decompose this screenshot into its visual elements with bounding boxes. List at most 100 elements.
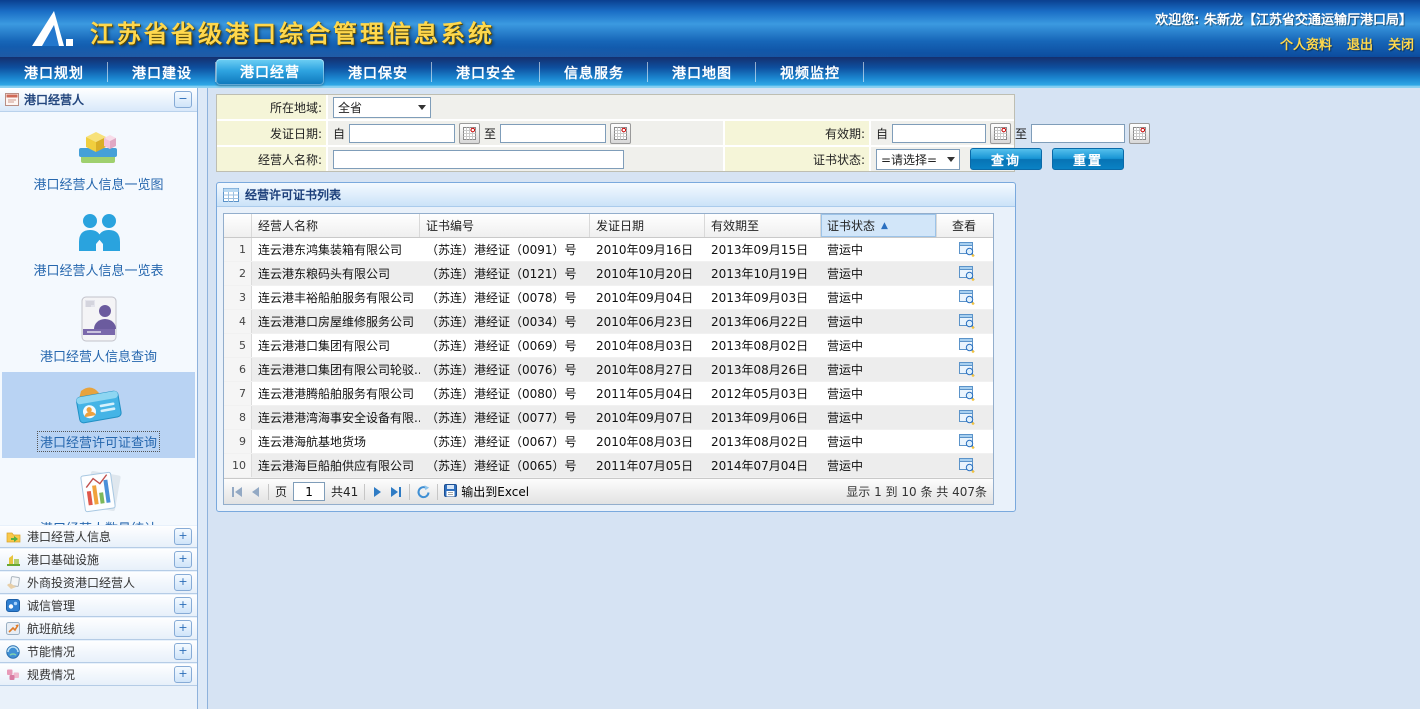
header-link[interactable]: 关闭 xyxy=(1388,34,1414,53)
column-header-cert-no[interactable]: 证书编号 xyxy=(420,214,590,237)
calendar-icon[interactable] xyxy=(610,123,631,144)
cert-status-select[interactable]: =请选择= xyxy=(876,149,960,170)
first-page-button[interactable] xyxy=(230,486,244,498)
reset-button[interactable]: 重置 xyxy=(1052,148,1124,170)
column-header-issue-date[interactable]: 发证日期 xyxy=(590,214,705,237)
nav-tab[interactable]: 港口地图 xyxy=(648,57,756,88)
table-row[interactable]: 10 连云港海巨船舶供应有限公司 （苏连）港经证（0065）号 2011年07月… xyxy=(224,454,993,478)
sidebar-accordion[interactable]: 航班航线 + xyxy=(0,617,197,640)
view-button[interactable] xyxy=(937,430,991,453)
pager-divider xyxy=(268,484,269,500)
cert-status-cell: 营运中 xyxy=(821,286,937,309)
view-button[interactable] xyxy=(937,334,991,357)
nav-tab[interactable]: 港口保安 xyxy=(324,57,432,88)
sidebar-accordion[interactable]: 港口基础设施 + xyxy=(0,548,197,571)
view-button[interactable] xyxy=(937,382,991,405)
expand-button[interactable]: + xyxy=(174,620,192,637)
issue-date-from-input[interactable] xyxy=(349,124,455,143)
table-row[interactable]: 9 连云港海航基地货场 （苏连）港经证（0067）号 2010年08月03日 2… xyxy=(224,430,993,454)
column-header-status[interactable]: 证书状态 ▲ xyxy=(821,214,937,237)
table-row[interactable]: 3 连云港丰裕船舶服务有限公司 （苏连）港经证（0078）号 2010年09月0… xyxy=(224,286,993,310)
validity-from-input[interactable] xyxy=(892,124,986,143)
sidebar-accordion[interactable]: 规费情况 + xyxy=(0,663,197,686)
issue-date-to-input[interactable] xyxy=(500,124,606,143)
sidebar-item-label: 港口经营人信息一览图 xyxy=(31,174,165,193)
cert-status-cell: 营运中 xyxy=(821,334,937,357)
table-row[interactable]: 8 连云港港湾海事安全设备有限... （苏连）港经证（0077）号 2010年0… xyxy=(224,406,993,430)
prev-page-button[interactable] xyxy=(250,486,262,498)
sidebar-accordion[interactable]: 节能情况 + xyxy=(0,640,197,663)
calendar-icon[interactable] xyxy=(1129,123,1150,144)
form-row-dates: 发证日期: 自 至 有效期: 自 至 xyxy=(217,121,1014,147)
nav-tab-label: 信息服务 xyxy=(564,63,624,83)
refresh-button[interactable] xyxy=(416,485,431,499)
header-link[interactable]: 个人资料 xyxy=(1280,34,1332,53)
expand-button[interactable]: + xyxy=(174,551,192,568)
query-button[interactable]: 查询 xyxy=(970,148,1042,170)
table-row[interactable]: 4 连云港港口房屋维修服务公司 （苏连）港经证（0034）号 2010年06月2… xyxy=(224,310,993,334)
view-button[interactable] xyxy=(937,454,991,477)
collapse-button[interactable]: − xyxy=(174,91,192,108)
table-row[interactable]: 6 连云港港口集团有限公司轮驳... （苏连）港经证（0076）号 2010年0… xyxy=(224,358,993,382)
view-button[interactable] xyxy=(937,310,991,333)
region-select[interactable]: 全省 xyxy=(333,97,431,118)
cert-status-cell: 营运中 xyxy=(821,238,937,261)
operator-name-input[interactable] xyxy=(333,150,624,169)
main-nav: 港口规划 港口建设 港口经营 港口保安 港口安全 信息服务 港口地图 视频监控 xyxy=(0,57,1420,88)
view-button[interactable] xyxy=(937,238,991,261)
column-header-name[interactable]: 经营人名称 xyxy=(252,214,420,237)
form-row-name-status: 经营人名称: 证书状态: =请选择= 查询 重置 xyxy=(217,147,1014,171)
table-row[interactable]: 5 连云港港口集团有限公司 （苏连）港经证（0069）号 2010年08月03日… xyxy=(224,334,993,358)
sidebar-item-label: 港口经营许可证查询 xyxy=(38,432,159,451)
view-button[interactable] xyxy=(937,358,991,381)
calendar-icon[interactable] xyxy=(459,123,480,144)
expand-button[interactable]: + xyxy=(174,597,192,614)
sidebar-accordion[interactable]: 外商投资港口经营人 + xyxy=(0,571,197,594)
cert-no-cell: （苏连）港经证（0078）号 xyxy=(420,286,590,309)
view-button[interactable] xyxy=(937,286,991,309)
validity-from-label: 自 xyxy=(876,125,888,142)
grid-rows: 1 连云港东鸿集装箱有限公司 （苏连）港经证（0091）号 2010年09月16… xyxy=(224,238,993,478)
nav-tab[interactable]: 信息服务 xyxy=(540,57,648,88)
expiry-date-cell: 2013年08月02日 xyxy=(705,334,821,357)
sidebar-item[interactable]: 港口经营人信息一览图 xyxy=(2,114,195,200)
sidebar-accordion[interactable]: 港口经营人信息 + xyxy=(0,525,197,548)
table-row[interactable]: 2 连云港东粮码头有限公司 （苏连）港经证（0121）号 2010年10月20日… xyxy=(224,262,993,286)
row-number: 8 xyxy=(224,406,252,429)
expand-button[interactable]: + xyxy=(174,643,192,660)
expand-button[interactable]: + xyxy=(174,528,192,545)
table-row[interactable]: 1 连云港东鸿集装箱有限公司 （苏连）港经证（0091）号 2010年09月16… xyxy=(224,238,993,262)
cert-status-cell: 营运中 xyxy=(821,382,937,405)
table-row[interactable]: 7 连云港港腾船舶服务有限公司 （苏连）港经证（0080）号 2011年05月0… xyxy=(224,382,993,406)
cert-status-cell: 营运中 xyxy=(821,406,937,429)
sidebar-accordion[interactable]: 诚信管理 + xyxy=(0,594,197,617)
panel-header: 经营许可证书列表 xyxy=(217,183,1015,207)
next-page-button[interactable] xyxy=(371,486,383,498)
sidebar-item[interactable]: 港口经营人信息一览表 xyxy=(2,200,195,286)
issue-date-cell: 2010年08月27日 xyxy=(590,358,705,381)
people-icon xyxy=(76,208,122,258)
sidebar-panel-header[interactable]: 港口经营人 − xyxy=(0,88,197,112)
sidebar-item[interactable]: 港口经营许可证查询 xyxy=(2,372,195,458)
nav-tab[interactable]: 港口建设 xyxy=(108,57,216,88)
expand-button[interactable]: + xyxy=(174,574,192,591)
nav-tab[interactable]: 视频监控 xyxy=(756,57,864,88)
nav-tab[interactable]: 港口安全 xyxy=(432,57,540,88)
header-link[interactable]: 退出 xyxy=(1347,34,1373,53)
page-number-input[interactable] xyxy=(293,482,325,501)
calendar-icon[interactable] xyxy=(990,123,1011,144)
sidebar: 港口经营人 − 港口经营人信息一览图 港口经营人信息一览表 港口经营人信息查询 … xyxy=(0,88,198,709)
validity-to-input[interactable] xyxy=(1031,124,1125,143)
status-column-label: 证书状态 xyxy=(827,217,875,234)
sidebar-item[interactable]: 港口经营人信息查询 xyxy=(2,286,195,372)
view-button[interactable] xyxy=(937,406,991,429)
view-button[interactable] xyxy=(937,262,991,285)
sidebar-items: 港口经营人信息一览图 港口经营人信息一览表 港口经营人信息查询 港口经营许可证查… xyxy=(0,112,197,525)
expand-button[interactable]: + xyxy=(174,666,192,683)
grid-header: 经营人名称 证书编号 发证日期 有效期至 证书状态 ▲ 查看 xyxy=(224,214,993,238)
nav-tab[interactable]: 港口经营 xyxy=(216,59,324,85)
nav-tab[interactable]: 港口规划 xyxy=(0,57,108,88)
column-header-expiry-date[interactable]: 有效期至 xyxy=(705,214,821,237)
last-page-button[interactable] xyxy=(389,486,403,498)
export-excel-button[interactable]: 输出到Excel xyxy=(444,483,529,500)
